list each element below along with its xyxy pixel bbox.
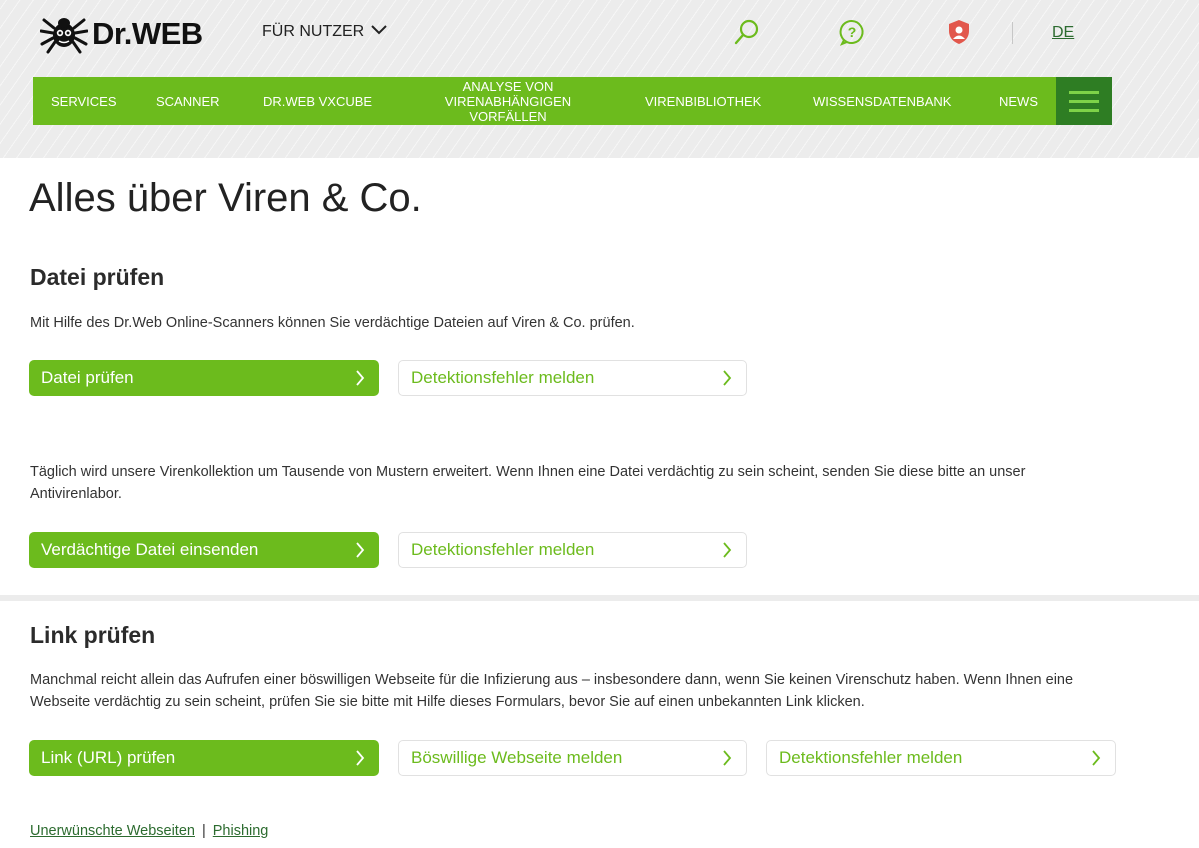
nav-item-virus-library[interactable]: VIRENBIBLIOTHEK [645,94,761,109]
audience-label: FÜR NUTZER [262,23,365,40]
nav-item-vxcube[interactable]: DR.WEB VXCUBE [263,94,372,109]
nav-item-knowledge-base[interactable]: WISSENSDATENBANK [813,94,951,109]
chevron-right-icon [720,542,734,558]
main-nav: SERVICES SCANNER DR.WEB VXCUBE ANALYSE V… [33,77,1056,125]
report-false-detection-label: Detektionsfehler melden [411,368,595,387]
logo-text: Dr.WEB [92,16,203,51]
link-separator: | [201,823,206,839]
header-divider [1012,22,1013,44]
check-file-button[interactable]: Datei prüfen [29,360,379,396]
check-file-label: Datei prüfen [41,368,134,387]
submit-suspicious-file-label: Verdächtige Datei einsenden [41,540,259,559]
menu-hamburger-icon[interactable] [1056,77,1112,125]
chevron-right-icon [1089,750,1103,766]
nav-item-incident-analysis[interactable]: ANALYSE VON VIRENABHÄNGIGEN VORFÄLLEN [428,79,588,124]
report-false-detection-button-2[interactable]: Detektionsfehler melden [398,532,747,568]
shield-user-icon[interactable] [945,18,973,46]
check-url-button[interactable]: Link (URL) prüfen [29,740,379,776]
nav-item-services[interactable]: SERVICES [51,94,117,109]
submit-description: Täglich wird unsere Virenkollektion um T… [30,464,1026,502]
section-divider [0,595,1199,601]
language-switch[interactable]: DE [1052,24,1074,42]
file-description: Mit Hilfe des Dr.Web Online-Scanners kön… [30,315,635,331]
link-description: Manchmal reicht allein das Aufrufen eine… [30,672,1074,710]
report-false-detection-button-3[interactable]: Detektionsfehler melden [766,740,1116,776]
footer-links: Unerwünschte Webseiten | Phishing [30,823,268,839]
section-heading-file: Datei prüfen [30,264,165,290]
drweb-logo[interactable]: Dr.WEB [40,14,203,54]
submit-suspicious-file-button[interactable]: Verdächtige Datei einsenden [29,532,379,568]
page-title: Alles über Viren & Co. [29,176,422,220]
report-false-detection-label: Detektionsfehler melden [779,748,963,767]
nav-item-news[interactable]: NEWS [999,94,1038,109]
audience-dropdown[interactable]: FÜR NUTZER [262,22,388,42]
report-false-detection-label: Detektionsfehler melden [411,540,595,559]
help-icon[interactable]: ? [838,18,866,46]
phishing-link[interactable]: Phishing [213,823,269,839]
chevron-right-icon [353,370,367,386]
svg-text:?: ? [848,24,857,40]
check-url-label: Link (URL) prüfen [41,748,176,767]
search-icon[interactable] [733,18,761,46]
chevron-right-icon [353,750,367,766]
unwanted-sites-link[interactable]: Unerwünschte Webseiten [30,823,195,839]
report-false-detection-button[interactable]: Detektionsfehler melden [398,360,747,396]
report-malicious-site-button[interactable]: Böswillige Webseite melden [398,740,747,776]
nav-item-scanner[interactable]: SCANNER [156,94,220,109]
chevron-right-icon [720,750,734,766]
spider-logo-icon [40,18,88,54]
chevron-right-icon [353,542,367,558]
chevron-down-icon [370,23,388,41]
report-malicious-site-label: Böswillige Webseite melden [411,748,623,767]
section-heading-link: Link prüfen [30,622,156,648]
chevron-right-icon [720,370,734,386]
